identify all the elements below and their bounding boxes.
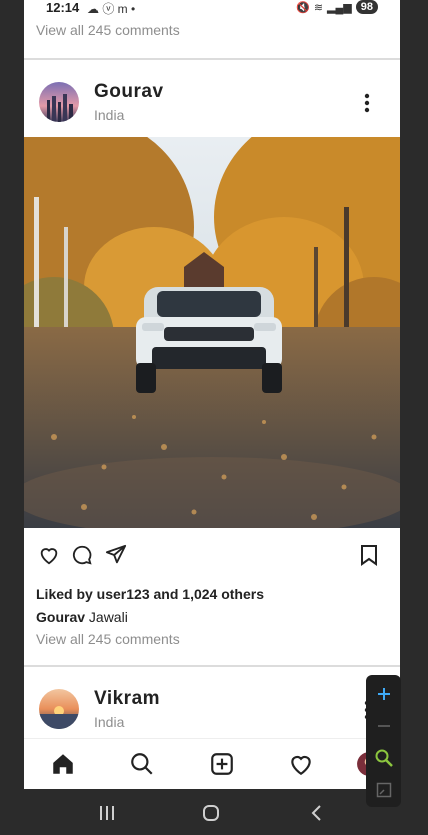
back-icon[interactable]	[310, 804, 322, 822]
home-button-icon[interactable]	[202, 804, 220, 822]
next-post-location[interactable]: India	[94, 714, 124, 730]
post-avatar[interactable]	[39, 82, 79, 122]
zoom-controls	[366, 675, 401, 807]
caption-username[interactable]: Gourav	[36, 609, 85, 625]
status-bar: 12:14 ☁ ⓥ m • 🔇 ≋ ▂▄▆ 98	[24, 0, 400, 18]
likes-text[interactable]: Liked by user123 and 1,024 others	[36, 586, 264, 602]
previous-post-comments-link[interactable]: View all 245 comments	[36, 22, 180, 38]
wifi-icon: ≋	[313, 1, 324, 14]
next-post-header: Vikram India	[24, 667, 400, 745]
more-options-icon[interactable]	[364, 93, 370, 113]
home-icon[interactable]	[50, 751, 76, 777]
add-post-icon[interactable]	[209, 751, 235, 777]
search-icon[interactable]	[129, 751, 155, 777]
post-location[interactable]: India	[94, 107, 124, 123]
mute-icon: 🔇	[296, 1, 310, 14]
status-time: 12:14	[46, 0, 80, 15]
like-icon[interactable]	[38, 544, 60, 566]
zoom-in-icon[interactable]	[366, 677, 401, 710]
zoom-out-icon[interactable]	[366, 709, 401, 742]
post-caption: Gourav Jawali	[36, 609, 128, 625]
view-comments-link[interactable]: View all 245 comments	[36, 631, 180, 647]
bottom-navigation	[24, 738, 400, 790]
caption-text: Jawali	[88, 609, 128, 625]
post-actions	[24, 540, 400, 572]
signal-icon: ▂▄▆	[327, 1, 352, 14]
recent-apps-icon[interactable]	[98, 805, 116, 821]
app-screen: 12:14 ☁ ⓥ m • 🔇 ≋ ▂▄▆ 98 View all 245 co…	[24, 0, 400, 835]
battery-badge: 98	[355, 0, 378, 14]
fit-screen-icon[interactable]	[366, 773, 401, 806]
bookmark-icon[interactable]	[360, 544, 378, 566]
magnifier-icon[interactable]	[366, 741, 401, 774]
post-header: Gourav India	[24, 60, 400, 138]
system-navigation-bar	[24, 789, 400, 835]
system-status-icons: 🔇 ≋ ▂▄▆ 98	[296, 0, 378, 14]
next-post-avatar[interactable]	[39, 689, 79, 729]
post-image[interactable]	[24, 107, 400, 537]
post-username[interactable]: Gourav	[94, 81, 164, 103]
activity-icon[interactable]	[288, 751, 314, 777]
comment-icon[interactable]	[71, 544, 93, 566]
notification-icons: ☁ ⓥ m •	[87, 2, 136, 16]
share-icon[interactable]	[105, 544, 127, 566]
next-post-username[interactable]: Vikram	[94, 688, 160, 710]
